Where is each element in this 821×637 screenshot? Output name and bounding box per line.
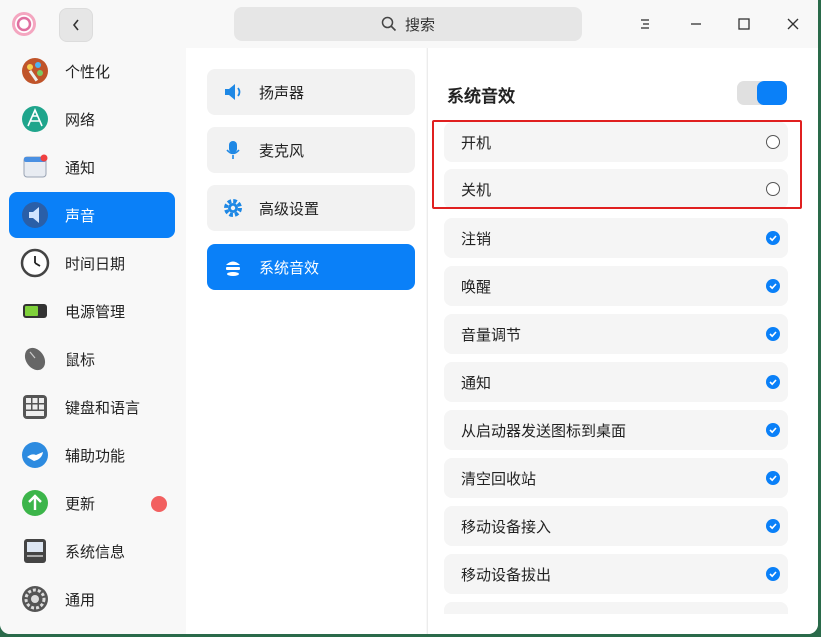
app-logo-icon [10, 10, 38, 38]
subnav-item-label: 系统音效 [259, 258, 320, 277]
close-icon [787, 18, 799, 30]
maximize-icon [738, 18, 750, 30]
close-button[interactable] [778, 9, 808, 39]
sound-icon [19, 199, 51, 231]
notification-icon [19, 151, 51, 183]
toggle-knob [757, 81, 787, 105]
sidebar-item-label: 电源管理 [65, 302, 126, 321]
sound-row-logout[interactable]: 注销 [444, 218, 788, 258]
subnav-item-advanced[interactable]: 高级设置 [207, 185, 415, 231]
search-icon [381, 16, 397, 32]
sidebar-item-label: 网络 [65, 110, 96, 129]
page-title: 系统音效 [447, 87, 515, 107]
row-label: 注销 [461, 229, 492, 248]
mouse-icon [19, 343, 51, 375]
sidebar-item-personalization[interactable]: 个性化 [9, 48, 175, 94]
sound-row-notification[interactable]: 通知 [444, 362, 788, 402]
checkmark-icon[interactable] [766, 423, 780, 437]
sidebar-item-label: 通知 [65, 158, 96, 177]
row-label: 移动设备拔出 [461, 565, 552, 584]
checkmark-icon[interactable] [766, 375, 780, 389]
sound-row-partial [444, 602, 788, 614]
sidebar-item-label: 系统信息 [65, 542, 126, 561]
sidebar-item-sound[interactable]: 声音 [9, 192, 175, 238]
menu-icon [641, 19, 649, 29]
sidebar-item-system-info[interactable]: 系统信息 [9, 528, 175, 574]
title-bar: 搜索 [0, 0, 818, 48]
sidebar-item-label: 个性化 [65, 62, 111, 81]
subnav-item-label: 麦克风 [259, 141, 305, 160]
row-label: 移动设备接入 [461, 517, 552, 536]
search-placeholder: 搜索 [404, 15, 435, 34]
subnav-item-label: 扬声器 [259, 83, 305, 102]
minimize-icon [691, 23, 701, 25]
update-icon [19, 487, 51, 519]
sound-row-volume[interactable]: 音量调节 [444, 314, 788, 354]
personalization-icon [19, 55, 51, 87]
menu-button[interactable] [630, 9, 660, 39]
clock-icon [19, 247, 51, 279]
minimize-button[interactable] [681, 9, 711, 39]
sidebar-item-mouse[interactable]: 鼠标 [9, 336, 175, 382]
sidebar-item-update[interactable]: 更新 [9, 480, 175, 526]
settings-window: 搜索 个性化 网络 通知 声音 时间日期 电源管理 鼠标 键盘和语言 辅助功能 … [0, 0, 818, 634]
microphone-icon [221, 138, 245, 162]
subnav-item-system-sound[interactable]: 系统音效 [207, 244, 415, 290]
row-label: 从启动器发送图标到桌面 [461, 421, 627, 440]
update-badge [151, 496, 167, 512]
back-icon [72, 19, 79, 31]
sound-row-device-unplug[interactable]: 移动设备拔出 [444, 554, 788, 594]
battery-icon [19, 295, 51, 327]
system-sound-icon [221, 255, 245, 279]
checkmark-icon[interactable] [766, 327, 780, 341]
search-input[interactable]: 搜索 [234, 7, 582, 41]
sidebar-item-power[interactable]: 电源管理 [9, 288, 175, 334]
gear-icon [221, 196, 245, 220]
system-sound-toggle[interactable] [737, 81, 787, 105]
sound-subnav: 扬声器 麦克风 高级设置 系统音效 [186, 48, 426, 634]
system-info-icon [19, 535, 51, 567]
sound-row-wakeup[interactable]: 唤醒 [444, 266, 788, 306]
sidebar-item-keyboard[interactable]: 键盘和语言 [9, 384, 175, 430]
sound-row-device-plug[interactable]: 移动设备接入 [444, 506, 788, 546]
sidebar-item-label: 时间日期 [65, 254, 126, 273]
general-icon [19, 583, 51, 615]
checkmark-icon[interactable] [766, 471, 780, 485]
subnav-item-speaker[interactable]: 扬声器 [207, 69, 415, 115]
sound-row-empty-trash[interactable]: 清空回收站 [444, 458, 788, 498]
sidebar-item-label: 声音 [65, 206, 96, 225]
checkmark-icon[interactable] [766, 519, 780, 533]
subnav-item-label: 高级设置 [259, 199, 320, 218]
row-label: 通知 [461, 373, 492, 392]
back-button[interactable] [59, 8, 93, 42]
sidebar-item-general[interactable]: 通用 [9, 576, 175, 622]
sidebar-item-label: 键盘和语言 [65, 398, 141, 417]
sidebar-item-label: 更新 [65, 494, 96, 513]
row-label: 音量调节 [461, 325, 522, 344]
sidebar-item-label: 通用 [65, 590, 96, 609]
keyboard-icon [19, 391, 51, 423]
main-sidebar: 个性化 网络 通知 声音 时间日期 电源管理 鼠标 键盘和语言 辅助功能 更新 … [0, 48, 186, 634]
sidebar-item-network[interactable]: 网络 [9, 96, 175, 142]
sidebar-item-accessibility[interactable]: 辅助功能 [9, 432, 175, 478]
highlight-box [432, 120, 802, 209]
checkmark-icon[interactable] [766, 279, 780, 293]
row-label: 清空回收站 [461, 469, 537, 488]
sound-row-send-icon[interactable]: 从启动器发送图标到桌面 [444, 410, 788, 450]
sidebar-item-label: 鼠标 [65, 350, 96, 369]
subnav-item-microphone[interactable]: 麦克风 [207, 127, 415, 173]
sidebar-item-notification[interactable]: 通知 [9, 144, 175, 190]
checkmark-icon[interactable] [766, 231, 780, 245]
speaker-icon [221, 80, 245, 104]
maximize-button[interactable] [729, 9, 759, 39]
sidebar-item-label: 辅助功能 [65, 446, 126, 465]
checkmark-icon[interactable] [766, 567, 780, 581]
row-label: 唤醒 [461, 277, 492, 296]
sidebar-item-datetime[interactable]: 时间日期 [9, 240, 175, 286]
network-icon [19, 103, 51, 135]
accessibility-icon [19, 439, 51, 471]
